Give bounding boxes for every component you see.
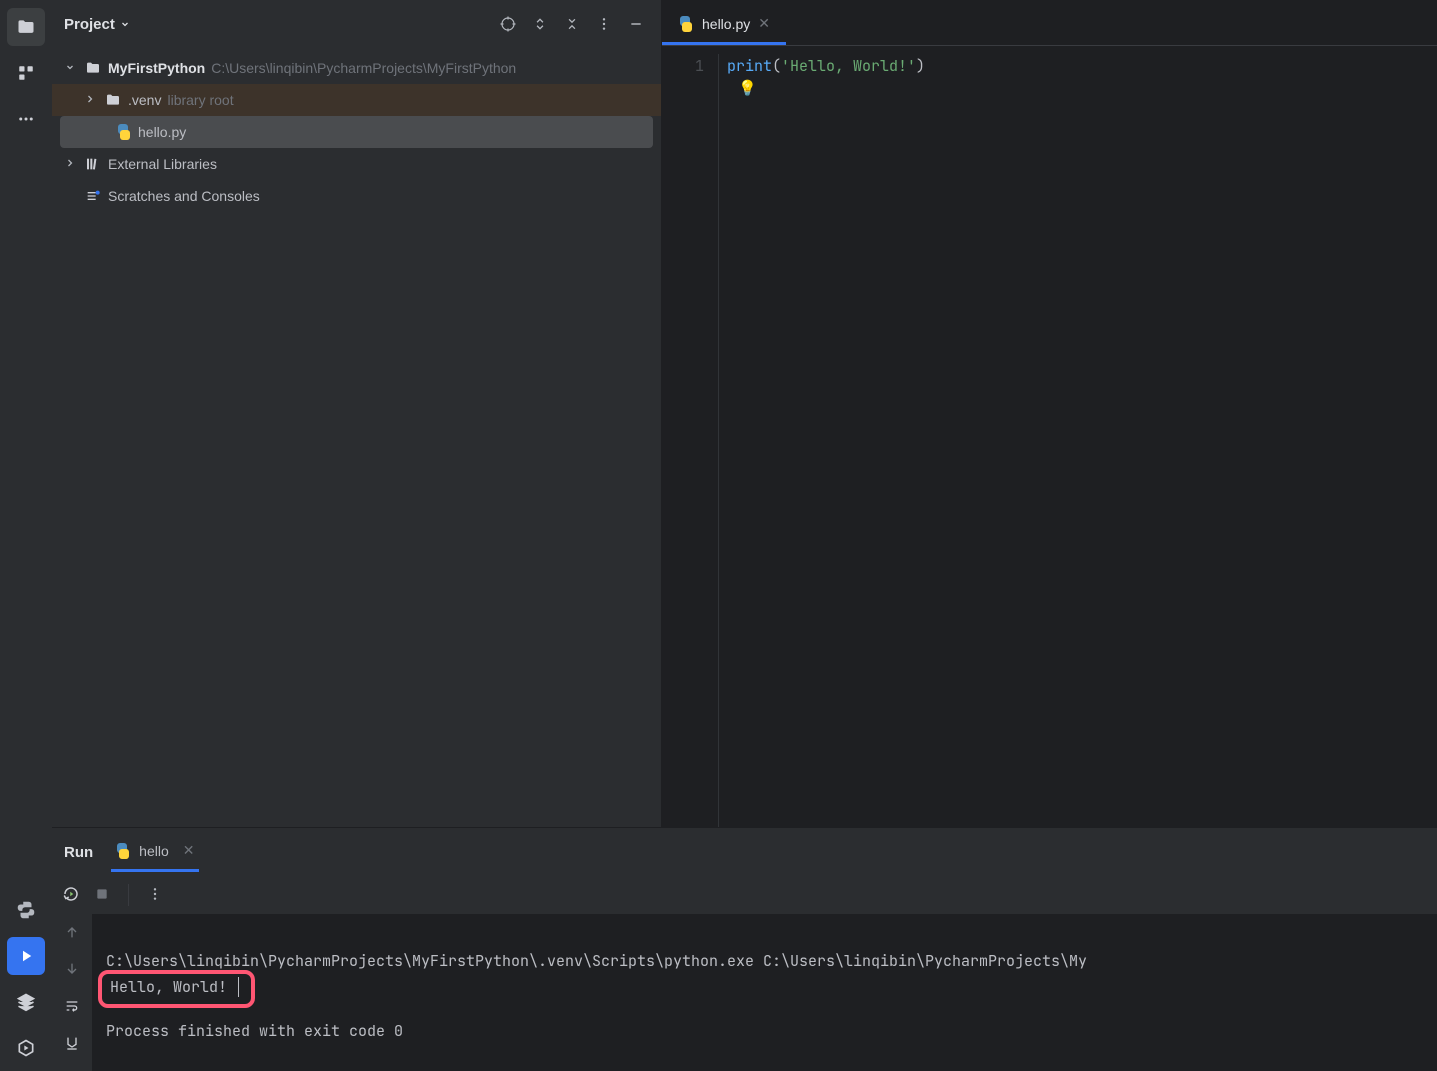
run-tab-label: hello xyxy=(139,843,169,859)
more-vertical-icon xyxy=(596,16,612,32)
python-file-icon xyxy=(116,124,132,140)
line-number: 1 xyxy=(662,54,704,78)
run-toolbar xyxy=(52,876,1437,914)
structure-tool-button[interactable] xyxy=(7,54,45,92)
structure-icon xyxy=(16,64,36,82)
expand-collapse-icon xyxy=(533,15,547,33)
down-button[interactable] xyxy=(64,961,80,980)
project-panel: Project xyxy=(52,0,662,827)
code-content: print('Hello, World!') xyxy=(719,54,925,827)
chevron-down-icon xyxy=(64,60,78,76)
more-tool-button[interactable] xyxy=(7,100,45,138)
folder-icon xyxy=(16,17,36,37)
wrap-icon xyxy=(63,998,81,1014)
tree-venv-label: .venv xyxy=(128,92,161,108)
panel-options-button[interactable] xyxy=(591,11,617,37)
run-tab-hello[interactable]: hello ✕ xyxy=(111,832,198,872)
python-file-icon xyxy=(678,16,694,32)
target-icon xyxy=(499,15,517,33)
project-panel-title[interactable]: Project xyxy=(64,16,131,33)
chevron-right-icon xyxy=(64,156,78,172)
tree-root-label: MyFirstPython xyxy=(108,60,205,76)
arrow-up-icon xyxy=(64,924,80,940)
soft-wrap-button[interactable] xyxy=(63,998,81,1017)
python-icon xyxy=(15,899,37,921)
editor-tab-hello[interactable]: hello.py ✕ xyxy=(662,5,786,45)
up-button[interactable] xyxy=(64,924,80,943)
play-icon xyxy=(17,947,35,965)
scratches-icon xyxy=(84,188,102,204)
rerun-button[interactable] xyxy=(62,885,80,906)
run-tool-button[interactable] xyxy=(7,937,45,975)
tree-venv[interactable]: .venv library root xyxy=(52,84,661,116)
run-panel-title: Run xyxy=(64,844,93,861)
hide-panel-button[interactable] xyxy=(623,11,649,37)
arrow-down-icon xyxy=(64,961,80,977)
folder-icon xyxy=(84,60,102,76)
layers-tool-button[interactable] xyxy=(7,983,45,1021)
tree-file-label: hello.py xyxy=(138,124,186,140)
layers-icon xyxy=(16,992,36,1012)
select-opened-file-button[interactable] xyxy=(495,11,521,37)
scroll-end-icon xyxy=(63,1035,81,1051)
rerun-icon xyxy=(62,885,80,903)
expand-all-button[interactable] xyxy=(527,11,553,37)
chevron-down-icon xyxy=(119,18,131,30)
collapse-all-button[interactable] xyxy=(559,11,585,37)
console-output[interactable]: C:\Users\linqibin\PycharmProjects\MyFirs… xyxy=(92,914,1437,1071)
close-run-tab-button[interactable]: ✕ xyxy=(183,842,195,859)
console-exit-line: Process finished with exit code 0 xyxy=(106,1018,1423,1044)
tree-external-libraries[interactable]: External Libraries xyxy=(52,148,661,180)
stop-icon xyxy=(94,886,110,902)
editor-area: hello.py ✕ 1 print('Hello, World!') 💡 xyxy=(662,0,1437,827)
console-highlight-box: Hello, World! xyxy=(98,970,255,1008)
scroll-to-end-button[interactable] xyxy=(63,1035,81,1054)
project-panel-title-label: Project xyxy=(64,16,115,33)
run-panel-header: Run hello ✕ xyxy=(52,828,1437,876)
console-output-line: Hello, World! xyxy=(110,977,227,997)
run-more-button[interactable] xyxy=(147,886,163,905)
stop-button[interactable] xyxy=(94,886,110,905)
tree-file-hello[interactable]: hello.py xyxy=(60,116,653,148)
chevron-right-icon xyxy=(84,92,98,108)
console-command-line: C:\Users\linqibin\PycharmProjects\MyFirs… xyxy=(106,948,1423,974)
more-vertical-icon xyxy=(147,886,163,902)
tree-root[interactable]: MyFirstPython C:\Users\linqibin\PycharmP… xyxy=(52,52,661,84)
project-tool-button[interactable] xyxy=(7,8,45,46)
close-tab-button[interactable]: ✕ xyxy=(758,15,770,32)
tree-scratches[interactable]: Scratches and Consoles xyxy=(52,180,661,212)
run-side-toolbar xyxy=(52,914,92,1071)
more-horizontal-icon xyxy=(17,110,35,128)
collapse-icon xyxy=(565,15,579,33)
tree-venv-hint: library root xyxy=(167,92,233,108)
tree-scratches-label: Scratches and Consoles xyxy=(108,188,260,204)
library-icon xyxy=(84,156,102,172)
folder-icon xyxy=(104,92,122,108)
services-icon xyxy=(16,1038,36,1058)
run-panel: Run hello ✕ xyxy=(52,827,1437,1071)
code-editor[interactable]: 1 print('Hello, World!') 💡 xyxy=(662,46,1437,827)
editor-gutter: 1 xyxy=(662,54,718,827)
python-file-icon xyxy=(115,843,131,859)
minimize-icon xyxy=(628,16,644,32)
editor-tabs: hello.py ✕ xyxy=(662,0,1437,46)
python-console-tool-button[interactable] xyxy=(7,891,45,929)
intention-bulb-icon[interactable]: 💡 xyxy=(738,78,757,98)
tree-root-path: C:\Users\linqibin\PycharmProjects\MyFirs… xyxy=(211,60,516,76)
project-tree: MyFirstPython C:\Users\linqibin\PycharmP… xyxy=(52,48,661,827)
tree-external-libraries-label: External Libraries xyxy=(108,156,217,172)
services-tool-button[interactable] xyxy=(7,1029,45,1067)
left-tool-rail xyxy=(0,0,52,1071)
editor-tab-label: hello.py xyxy=(702,16,750,32)
project-panel-header: Project xyxy=(52,0,661,48)
